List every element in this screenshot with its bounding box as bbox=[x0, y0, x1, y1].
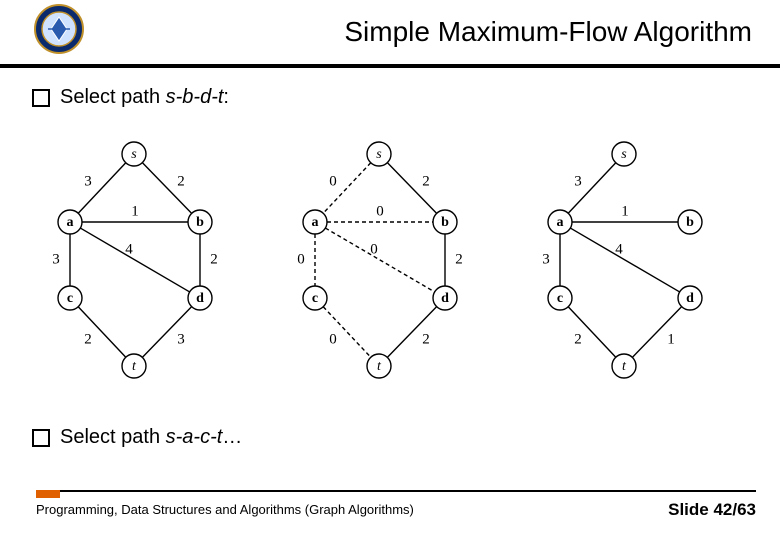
edge-a-d bbox=[325, 228, 434, 292]
edge-weight-s-a: 0 bbox=[329, 173, 337, 189]
bullet-box-icon bbox=[32, 89, 50, 107]
edge-weight-c-t: 2 bbox=[84, 331, 92, 347]
node-label-a: a bbox=[67, 215, 74, 230]
edge-weight-a-d: 4 bbox=[125, 241, 133, 257]
edge-weight-b-d: 2 bbox=[210, 251, 218, 267]
node-label-d: d bbox=[441, 291, 449, 306]
bullet-2-path: s-a-c-t bbox=[166, 426, 223, 448]
slide-header: Simple Maximum-Flow Algorithm bbox=[0, 0, 780, 68]
graph-3: 313421sabcdt bbox=[542, 142, 702, 378]
bullet-2-text: Select path s-a-c-t… bbox=[60, 426, 242, 449]
node-label-d: d bbox=[686, 291, 694, 306]
edge-weight-b-d: 2 bbox=[455, 251, 463, 267]
bullet-2: Select path s-a-c-t… bbox=[32, 426, 242, 449]
footer-course-label: Programming, Data Structures and Algorit… bbox=[36, 502, 414, 517]
edge-weight-a-b: 1 bbox=[621, 203, 629, 219]
edge-weight-s-a: 3 bbox=[574, 173, 582, 189]
edge-weight-s-a: 3 bbox=[84, 173, 92, 189]
edge-weight-a-b: 0 bbox=[376, 203, 384, 219]
node-label-b: b bbox=[441, 215, 449, 230]
edge-weight-c-t: 0 bbox=[329, 331, 337, 347]
slide-footer: Programming, Data Structures and Algorit… bbox=[0, 490, 780, 540]
node-label-c: c bbox=[557, 291, 563, 306]
node-label-s: s bbox=[131, 147, 137, 162]
edge-weight-s-b: 2 bbox=[177, 173, 185, 189]
graph-1: 32132423sabcdt bbox=[52, 142, 218, 378]
footer-slide-number: Slide 42/63 bbox=[668, 500, 756, 520]
node-label-b: b bbox=[686, 215, 694, 230]
bullet-1-text: Select path s-b-d-t: bbox=[60, 86, 229, 109]
slide-title: Simple Maximum-Flow Algorithm bbox=[344, 16, 752, 48]
edge-weight-a-d: 4 bbox=[615, 241, 623, 257]
node-label-s: s bbox=[376, 147, 382, 162]
edge-a-d bbox=[570, 228, 679, 292]
edge-weight-a-c: 3 bbox=[52, 251, 60, 267]
edge-a-d bbox=[80, 228, 189, 292]
edge-weight-d-t: 3 bbox=[177, 331, 185, 347]
bullet-2-suffix: … bbox=[222, 426, 242, 448]
node-label-c: c bbox=[312, 291, 318, 306]
node-label-c: c bbox=[67, 291, 73, 306]
footer-accent bbox=[36, 490, 60, 498]
edge-weight-d-t: 2 bbox=[422, 331, 430, 347]
node-label-b: b bbox=[196, 215, 204, 230]
footer-divider bbox=[36, 490, 756, 492]
bullet-1-suffix: : bbox=[223, 86, 229, 108]
edge-weight-a-c: 3 bbox=[542, 251, 550, 267]
node-label-a: a bbox=[312, 215, 319, 230]
node-label-d: d bbox=[196, 291, 204, 306]
bullet-box-icon bbox=[32, 429, 50, 447]
bullet-1-path: s-b-d-t bbox=[166, 86, 224, 108]
bullet-2-prefix: Select path bbox=[60, 426, 166, 448]
node-label-s: s bbox=[621, 147, 627, 162]
edge-weight-a-b: 1 bbox=[131, 203, 139, 219]
graph-2: 02002002sabcdt bbox=[297, 142, 463, 378]
bullet-1-prefix: Select path bbox=[60, 86, 166, 108]
node-label-a: a bbox=[557, 215, 564, 230]
edge-weight-a-d: 0 bbox=[370, 241, 378, 257]
graph-figures: 32132423sabcdt02002002sabcdt313421sabcdt bbox=[24, 130, 760, 390]
institution-logo bbox=[34, 4, 84, 54]
edge-weight-a-c: 0 bbox=[297, 251, 305, 267]
edge-weight-d-t: 1 bbox=[667, 331, 675, 347]
edge-weight-c-t: 2 bbox=[574, 331, 582, 347]
bullet-1: Select path s-b-d-t: bbox=[32, 86, 229, 109]
edge-weight-s-b: 2 bbox=[422, 173, 430, 189]
